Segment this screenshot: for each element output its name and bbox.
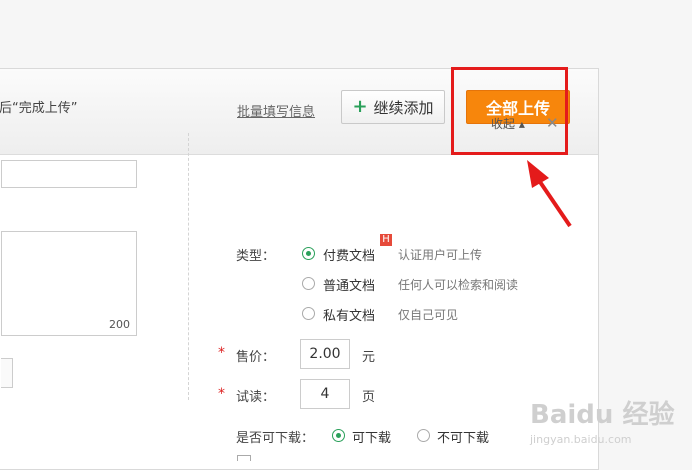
column-divider (188, 133, 189, 400)
download-label: 是否可下载： (236, 431, 315, 446)
radio-paid-doc[interactable] (302, 247, 315, 260)
baidu-jingyan-watermark: Baidu 经验 jingyan.baidu.com (530, 394, 674, 446)
radio-downloadable[interactable] (332, 429, 345, 442)
collapse-toggle[interactable]: 收起 ▴ (491, 115, 525, 132)
radio-normal-doc[interactable] (302, 277, 315, 290)
price-unit: 元 (362, 350, 376, 365)
description-textarea[interactable]: 200 (1, 231, 137, 336)
private-doc-desc: 仅自己可见 (398, 308, 459, 322)
left-edge-button[interactable] (1, 358, 13, 388)
watermark-logo: Baidu 经验 (530, 400, 675, 430)
hot-badge: H (380, 234, 392, 246)
paid-doc-option[interactable]: 付费文档 (323, 245, 375, 264)
paid-doc-desc: 认证用户可上传 (398, 248, 483, 262)
price-input[interactable]: 2.00 (300, 339, 350, 369)
agreement-checkbox[interactable] (237, 455, 251, 461)
downloadable-option[interactable]: 可下载 (352, 427, 391, 446)
required-mark: * (218, 345, 225, 361)
radio-not-downloadable[interactable] (417, 429, 430, 442)
title-input[interactable] (1, 160, 137, 188)
private-doc-option[interactable]: 私有文档 (323, 305, 375, 324)
trial-label: 试读： (236, 390, 276, 405)
normal-doc-desc: 任何人可以检索和阅读 (398, 278, 519, 292)
not-downloadable-option[interactable]: 不可下载 (437, 427, 489, 446)
type-label: 类型： (236, 249, 276, 264)
char-count: 200 (109, 318, 130, 331)
normal-doc-option[interactable]: 普通文档 (323, 275, 375, 294)
price-label: 售价： (236, 350, 276, 365)
close-icon[interactable]: ✕ (546, 114, 559, 132)
watermark-url: jingyan.baidu.com (530, 433, 632, 446)
trial-unit: 页 (362, 390, 376, 405)
required-mark: * (218, 386, 225, 402)
trial-pages-input[interactable]: 4 (300, 379, 350, 409)
radio-private-doc[interactable] (302, 307, 315, 320)
